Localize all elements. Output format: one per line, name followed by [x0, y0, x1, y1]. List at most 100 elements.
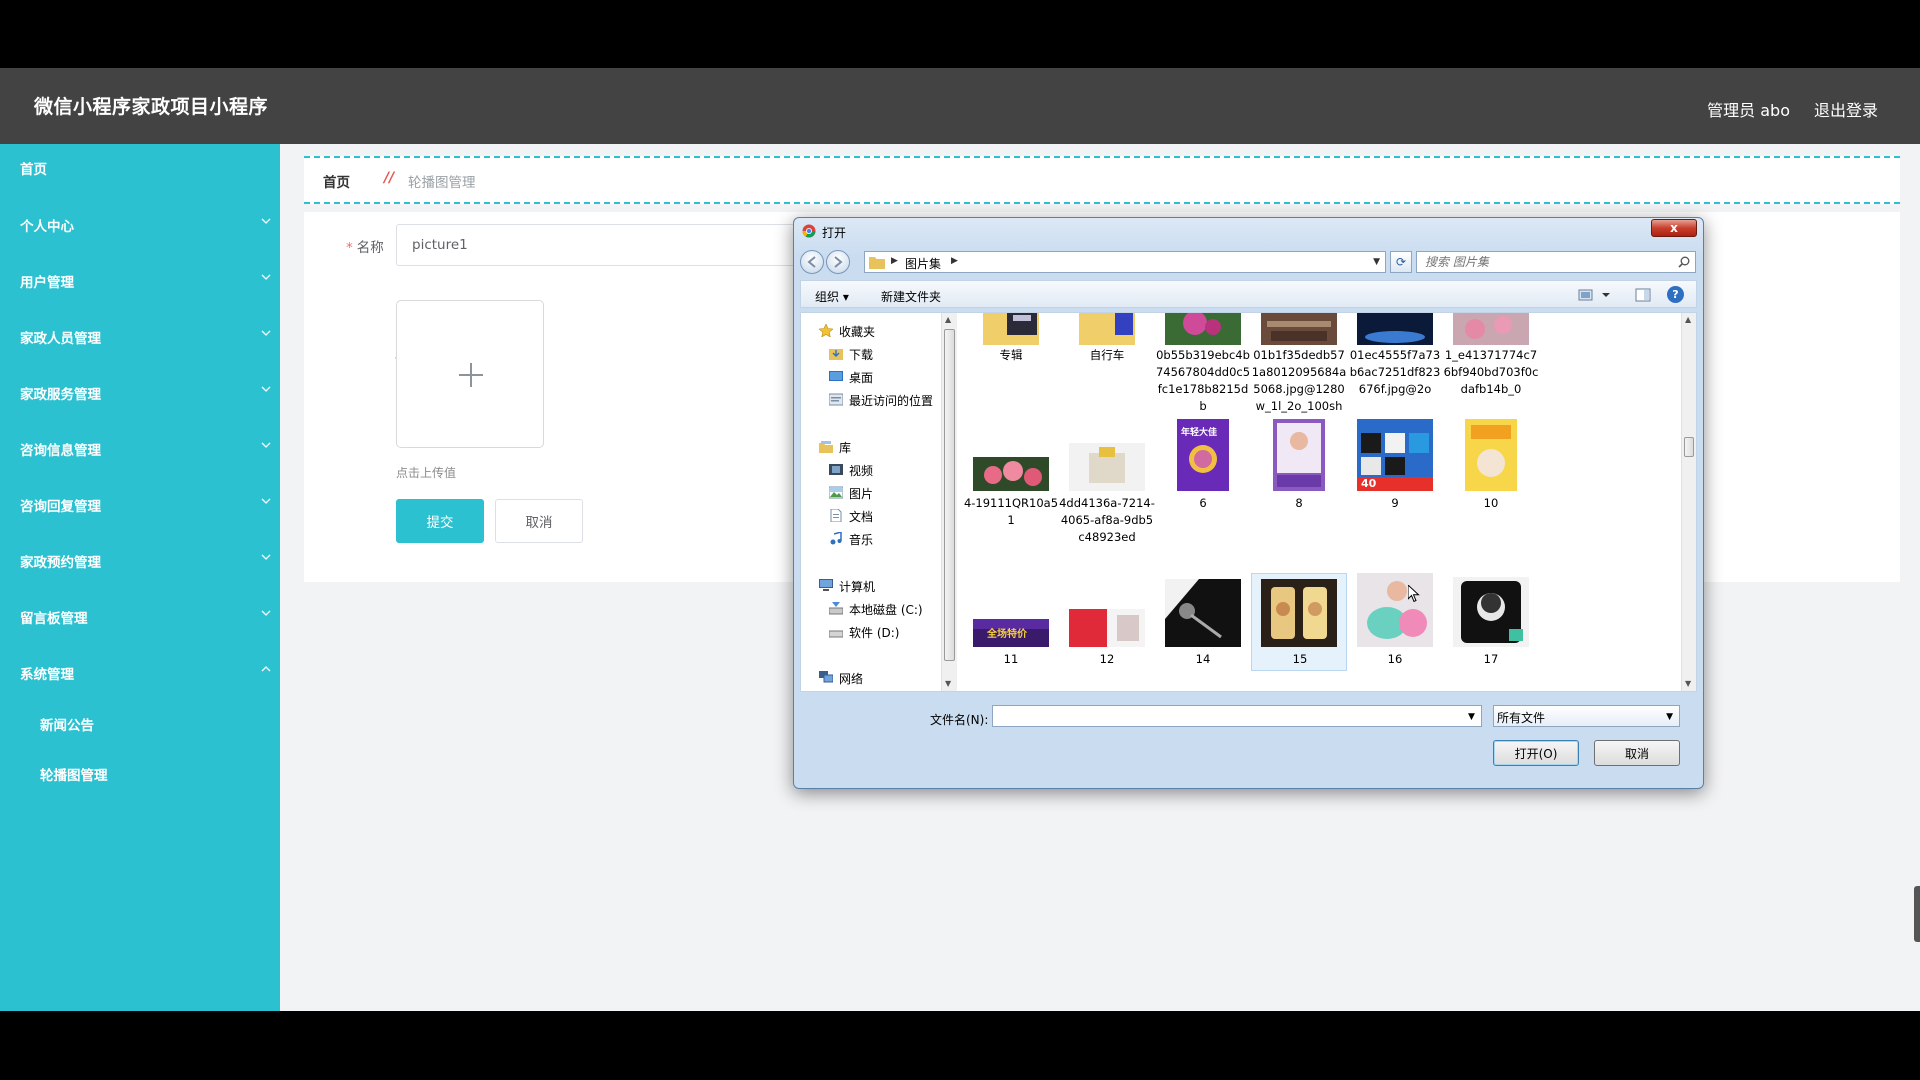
- sidebar-item-news[interactable]: 新闻公告: [0, 702, 280, 742]
- sidebar-item-message-board[interactable]: 留言板管理: [0, 595, 280, 635]
- file-name: 01b1f35dedb571a8012095684a5068.jpg@1280w…: [1251, 348, 1347, 413]
- preview-pane-icon[interactable]: [1635, 287, 1651, 303]
- image-thumbnail: [1165, 579, 1241, 647]
- badge-text: 40: [1361, 477, 1377, 490]
- file-item[interactable]: 全场特价 11: [963, 573, 1059, 671]
- file-item[interactable]: 1_e41371774c76bf940bd703f0cdafb14b_0: [1443, 313, 1539, 396]
- upload-hint: 点击上传值: [396, 466, 457, 480]
- file-name: 11: [1003, 652, 1019, 666]
- cancel-button[interactable]: 取消: [495, 499, 583, 543]
- file-item[interactable]: 01ec4555f7a73b6ac7251df823676f.jpg@2o: [1347, 313, 1443, 396]
- file-item[interactable]: 01b1f35dedb571a8012095684a5068.jpg@1280w…: [1251, 313, 1347, 417]
- dialog-cancel-button[interactable]: 取消: [1594, 740, 1680, 766]
- breadcrumb: 首页 // 轮播图管理: [304, 156, 1900, 204]
- sidebar-item-label: 用户管理: [20, 275, 74, 291]
- sidebar-item-services[interactable]: 家政服务管理: [0, 371, 280, 411]
- address-bar[interactable]: ▶ 图片集 ▶ ▼: [864, 251, 1386, 273]
- page-scrollbar[interactable]: [1914, 886, 1920, 942]
- top-header: 微信小程序家政项目小程序 管理员 abo 退出登录: [0, 68, 1920, 144]
- sidebar-item-label: 咨询回复管理: [20, 499, 101, 515]
- filetype-select[interactable]: 所有文件 ▼: [1493, 705, 1680, 727]
- help-icon[interactable]: ?: [1667, 286, 1684, 303]
- sidebar-item-label: 个人中心: [20, 219, 74, 235]
- scrollbar-thumb[interactable]: [1684, 437, 1694, 457]
- close-button[interactable]: x: [1651, 219, 1697, 237]
- file-item-folder-album[interactable]: 专辑: [963, 313, 1059, 369]
- scrollbar-thumb[interactable]: [944, 329, 955, 661]
- sidebar-item-personal-center[interactable]: 个人中心: [0, 203, 280, 243]
- file-item[interactable]: 16: [1347, 573, 1443, 671]
- sidebar-item-consult-reply[interactable]: 咨询回复管理: [0, 483, 280, 523]
- image-upload-box[interactable]: [396, 300, 544, 448]
- sidebar-item-consult-info[interactable]: 咨询信息管理: [0, 427, 280, 467]
- scroll-up-icon[interactable]: ▲: [945, 315, 951, 324]
- logout-link[interactable]: 退出登录: [1814, 97, 1878, 121]
- file-name: 9: [1391, 496, 1399, 510]
- scroll-down-icon[interactable]: ▼: [945, 679, 951, 688]
- dialog-toolbar: 组织 ▾ 新建文件夹 ?: [800, 280, 1697, 308]
- search-icon[interactable]: [1678, 256, 1690, 268]
- drive-icon: [829, 602, 843, 615]
- file-item[interactable]: 17: [1443, 573, 1539, 671]
- dropdown-arrow-icon[interactable]: ▼: [1373, 257, 1380, 267]
- forward-button[interactable]: [826, 250, 850, 274]
- file-item[interactable]: 年轻大佳 6: [1155, 419, 1251, 515]
- scroll-down-icon[interactable]: ▼: [1685, 679, 1691, 688]
- navigation-scrollbar[interactable]: ▲ ▼: [941, 313, 957, 691]
- pictures-icon: [829, 486, 843, 499]
- name-field-label: * 名称: [346, 236, 384, 256]
- dropdown-arrow-icon[interactable]: ▼: [1468, 712, 1475, 722]
- file-item[interactable]: 8: [1251, 419, 1347, 515]
- file-item[interactable]: 40 9: [1347, 419, 1443, 515]
- banner-text: 全场特价: [987, 629, 1027, 640]
- image-thumbnail: [1261, 579, 1337, 647]
- scroll-up-icon[interactable]: ▲: [1685, 315, 1691, 324]
- address-crumb[interactable]: 图片集: [905, 255, 941, 272]
- file-name: 专辑: [999, 348, 1023, 362]
- refresh-button[interactable]: ⟳: [1390, 251, 1412, 273]
- file-item-selected[interactable]: 15: [1251, 573, 1347, 671]
- breadcrumb-home[interactable]: 首页: [323, 171, 350, 191]
- organize-button[interactable]: 组织 ▾: [815, 288, 849, 305]
- arrow-left-icon: [807, 256, 816, 268]
- file-name: 自行车: [1089, 348, 1125, 362]
- tree-label: 下载: [849, 348, 874, 362]
- sidebar-item-system[interactable]: 系统管理: [0, 651, 280, 691]
- navigation-pane: 收藏夹 下载 桌面 最近访问的位置 库 视频 图片 文档 音乐 计算机 本地磁盘…: [801, 313, 941, 691]
- search-input[interactable]: [1416, 251, 1696, 273]
- chevron-down-icon: [261, 330, 271, 336]
- dialog-titlebar[interactable]: 打开 x: [794, 218, 1703, 244]
- new-folder-button[interactable]: 新建文件夹: [881, 288, 941, 305]
- file-item[interactable]: 0b55b319ebc4b74567804dd0c5fc1e178b8215db: [1155, 313, 1251, 417]
- sidebar-item-home[interactable]: 首页: [0, 146, 280, 186]
- open-button[interactable]: 打开(O): [1493, 740, 1579, 766]
- sidebar-item-label: 留言板管理: [20, 611, 88, 627]
- file-item[interactable]: 14: [1155, 573, 1251, 671]
- file-list-scrollbar[interactable]: ▲ ▼: [1681, 313, 1696, 691]
- chevron-down-icon: [261, 274, 271, 280]
- sidebar-item-users[interactable]: 用户管理: [0, 259, 280, 299]
- sidebar-item-label: 新闻公告: [40, 718, 94, 734]
- file-name: 1_e41371774c76bf940bd703f0cdafb14b_0: [1443, 348, 1539, 396]
- tree-label: 网络: [839, 672, 864, 686]
- back-button[interactable]: [800, 250, 824, 274]
- file-name: 4-19111QR10a51: [963, 496, 1059, 527]
- file-item[interactable]: 4dd4136a-7214-4065-af8a-9db5c48923ed: [1059, 419, 1155, 544]
- file-item[interactable]: 4-19111QR10a51: [963, 419, 1059, 527]
- tree-label: 收藏夹: [839, 325, 876, 339]
- file-item[interactable]: 10: [1443, 419, 1539, 515]
- name-input[interactable]: [396, 224, 816, 266]
- sidebar-item-staff[interactable]: 家政人员管理: [0, 315, 280, 355]
- sidebar-item-booking[interactable]: 家政预约管理: [0, 539, 280, 579]
- file-item-folder-bicycle[interactable]: 自行车: [1059, 313, 1155, 369]
- filename-input[interactable]: [992, 705, 1482, 727]
- chevron-up-icon: [261, 666, 271, 672]
- sidebar-item-carousel[interactable]: 轮播图管理: [0, 752, 280, 792]
- tree-label: 视频: [849, 464, 874, 478]
- file-name: 16: [1387, 652, 1403, 666]
- file-item[interactable]: 12: [1059, 573, 1155, 671]
- view-options-icon[interactable]: [1577, 287, 1613, 303]
- sidebar-item-label: 家政预约管理: [20, 555, 101, 571]
- library-icon: [819, 441, 833, 453]
- submit-button[interactable]: 提交: [396, 499, 484, 543]
